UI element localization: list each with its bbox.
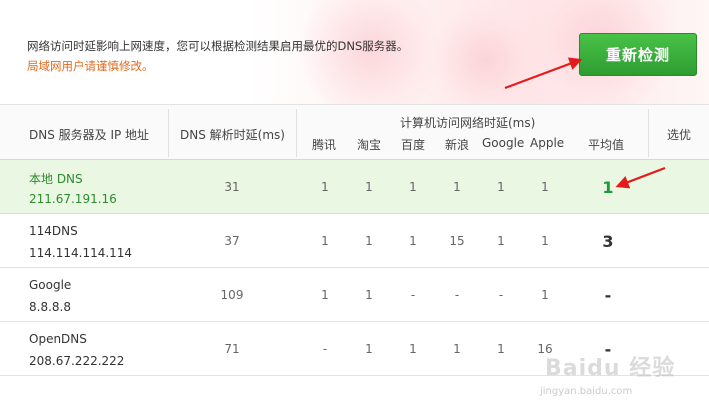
site-header-google: Google	[482, 136, 525, 150]
col-server-header: DNS 服务器及 IP 地址	[29, 128, 150, 142]
site-latency: 1	[409, 234, 417, 248]
site-latency: 1	[321, 288, 329, 302]
resolve-latency: 37	[224, 234, 240, 248]
site-latency: 1	[541, 288, 549, 302]
site-latency: 1	[497, 234, 505, 248]
table-row[interactable]: Google 8.8.8.8 109 1 1 - - - 1 -	[0, 268, 709, 322]
table-row[interactable]: 本地 DNS 211.67.191.16 31 1 1 1 1 1 1 1	[0, 160, 709, 214]
site-latency: 1	[409, 342, 417, 356]
resolve-latency: 109	[220, 288, 244, 302]
col-choose-header: 选优	[667, 128, 692, 142]
notice-text: 网络访问时延影响上网速度，您可以根据检测结果启用最优的DNS服务器。	[27, 39, 409, 53]
dns-name: Google	[29, 278, 72, 292]
site-latency: 1	[365, 180, 373, 194]
baidu-watermark: Baidu 经验	[545, 356, 676, 381]
site-latency: 1	[453, 342, 461, 356]
table-row[interactable]: 114DNS 114.114.114.114 37 1 1 1 15 1 1 3	[0, 214, 709, 268]
site-latency: 1	[365, 288, 373, 302]
site-latency: 15	[449, 234, 465, 248]
col-avg-header: 平均值	[588, 138, 625, 152]
site-header-apple: Apple	[530, 136, 565, 150]
dns-table: DNS 服务器及 IP 地址 DNS 解析时延(ms) 计算机访问网络时延(ms…	[0, 104, 709, 376]
table-header: DNS 服务器及 IP 地址 DNS 解析时延(ms) 计算机访问网络时延(ms…	[0, 104, 709, 160]
notice-banner: 网络访问时延影响上网速度，您可以根据检测结果启用最优的DNS服务器。 局域网用户…	[0, 0, 709, 120]
dns-ip: 211.67.191.16	[29, 192, 117, 206]
site-latency: 1	[409, 180, 417, 194]
site-latency: 1	[321, 180, 329, 194]
avg-latency: -	[604, 285, 612, 305]
site-latency: 1	[541, 180, 549, 194]
column-divider	[168, 109, 169, 157]
site-latency: -	[410, 288, 416, 302]
blossom-decoration	[300, 0, 440, 120]
column-divider	[648, 109, 649, 157]
col-group-header: 计算机访问网络时延(ms)	[400, 116, 536, 130]
resolve-latency: 71	[224, 342, 240, 356]
dns-name: 本地 DNS	[29, 172, 83, 186]
site-header-sina: 新浪	[445, 138, 470, 152]
site-header-taobao: 淘宝	[357, 138, 382, 152]
site-latency: 1	[497, 180, 505, 194]
col-resolve-header: DNS 解析时延(ms)	[180, 128, 285, 142]
site-latency: 1	[453, 180, 461, 194]
baidu-watermark-url: jingyan.baidu.com	[540, 386, 633, 397]
avg-latency: 3	[602, 231, 614, 251]
site-latency: 1	[497, 342, 505, 356]
dns-ip: 114.114.114.114	[29, 246, 133, 260]
site-header-tencent: 腾讯	[312, 138, 337, 152]
site-header-baidu: 百度	[401, 138, 426, 152]
notice-warning: 局域网用户请谨慎修改。	[27, 59, 154, 73]
site-latency: -	[454, 288, 460, 302]
dns-ip: 8.8.8.8	[29, 300, 71, 314]
site-latency: 1	[541, 234, 549, 248]
site-latency: 1	[365, 234, 373, 248]
avg-latency: 1	[602, 177, 614, 197]
dns-ip: 208.67.222.222	[29, 354, 125, 368]
resolve-latency: 31	[224, 180, 240, 194]
column-divider	[296, 109, 297, 157]
site-latency: 1	[321, 234, 329, 248]
dns-name: 114DNS	[29, 224, 78, 238]
site-latency: -	[498, 288, 504, 302]
recheck-button[interactable]: 重新检测	[579, 33, 697, 76]
dns-name: OpenDNS	[29, 332, 87, 346]
site-latency: 1	[365, 342, 373, 356]
site-latency: -	[322, 342, 328, 356]
